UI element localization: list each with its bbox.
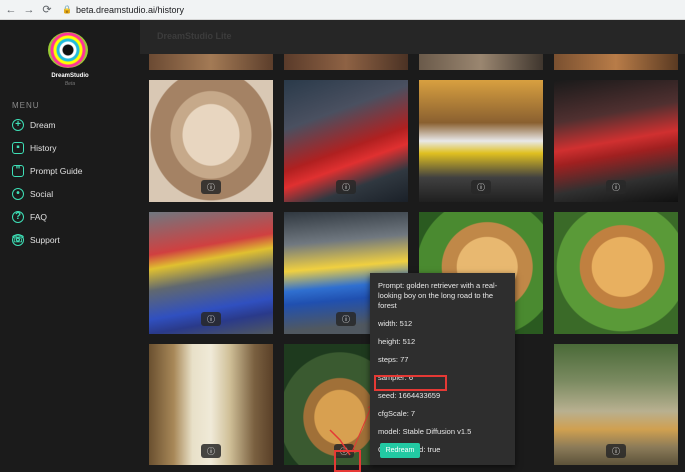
image-tile[interactable]: ⓘ: [149, 344, 273, 465]
social-icon: •: [12, 188, 24, 200]
detail-height: height: 512: [378, 337, 416, 346]
info-icon[interactable]: ⓘ: [336, 180, 356, 194]
browser-chrome: ← → ⟳ 🔒 beta.dreamstudio.ai/history: [0, 0, 685, 20]
dream-icon: +: [12, 119, 24, 131]
detail-seed: seed: 1664433659: [378, 391, 441, 400]
sidebar-item-label: History: [30, 143, 57, 153]
prompt-guide-icon: ": [12, 165, 24, 177]
detail-model: model: Stable Diffusion v1.5: [378, 427, 472, 436]
sidebar-item-label: FAQ: [30, 212, 48, 222]
info-icon[interactable]: ⓘ: [201, 444, 221, 458]
logo-subtitle: Beta: [64, 81, 76, 87]
image-tile[interactable]: [419, 54, 543, 70]
image-tile[interactable]: ⓘ: [149, 80, 273, 202]
menu-heading: MENU: [12, 101, 40, 110]
lock-icon: 🔒: [62, 4, 72, 14]
app: « DreamStudio Lite DreamStudio Beta MENU…: [0, 20, 685, 472]
logo-text: DreamStudio: [51, 73, 89, 79]
sidebar-item-social[interactable]: • Social: [12, 187, 53, 201]
sidebar-item-faq[interactable]: ? FAQ: [12, 210, 47, 224]
url-text: beta.dreamstudio.ai/history: [76, 4, 185, 15]
sidebar-item-label: Social: [30, 189, 54, 199]
dreamstudio-logo-icon: [48, 32, 88, 68]
info-icon[interactable]: ⓘ: [471, 180, 491, 194]
image-tile[interactable]: ⓘ: [419, 80, 543, 202]
image-tile[interactable]: [149, 54, 273, 70]
image-tile[interactable]: ⓘ: [284, 80, 408, 202]
info-icon[interactable]: ⓘ: [201, 312, 221, 326]
address-bar[interactable]: 🔒 beta.dreamstudio.ai/history: [62, 2, 184, 17]
support-icon: ☏: [11, 234, 25, 246]
reload-icon[interactable]: ⟳: [40, 3, 54, 17]
sidebar-item-dream[interactable]: + Dream: [12, 118, 56, 132]
highlight-box-info: [334, 450, 361, 472]
image-details-popup: Prompt: golden retriever with a real-loo…: [370, 273, 515, 465]
sidebar-item-support[interactable]: ☏ Support: [12, 233, 60, 247]
forward-icon[interactable]: →: [22, 3, 36, 17]
image-tile[interactable]: ⓘ: [554, 344, 678, 465]
back-icon[interactable]: ←: [4, 3, 18, 17]
image-tile[interactable]: [554, 54, 678, 70]
detail-steps: steps: 77: [378, 355, 409, 364]
info-icon[interactable]: ⓘ: [201, 180, 221, 194]
info-icon[interactable]: ⓘ: [606, 180, 626, 194]
detail-prompt: Prompt: golden retriever with a real-loo…: [378, 281, 498, 310]
seed-highlight-box: [374, 375, 447, 391]
image-tile[interactable]: ⓘ: [554, 80, 678, 202]
sidebar-item-history[interactable]: ▪ History: [12, 141, 56, 155]
sidebar-item-label: Prompt Guide: [30, 166, 83, 176]
detail-cfg: cfgScale: 7: [378, 409, 416, 418]
info-icon[interactable]: ⓘ: [336, 312, 356, 326]
image-tile[interactable]: [554, 212, 678, 334]
app-title: DreamStudio Lite: [157, 31, 232, 41]
info-icon[interactable]: ⓘ: [606, 444, 626, 458]
image-tile[interactable]: ⓘ: [149, 212, 273, 334]
sidebar-item-label: Support: [30, 235, 60, 245]
redream-button[interactable]: Redream: [380, 443, 420, 458]
faq-icon: ?: [12, 211, 24, 223]
sidebar-item-label: Dream: [30, 120, 56, 130]
detail-width: width: 512: [378, 319, 413, 328]
sidebar-item-prompt-guide[interactable]: " Prompt Guide: [12, 164, 82, 178]
image-tile[interactable]: [284, 54, 408, 70]
sidebar: DreamStudio Beta MENU + Dream ▪ History …: [0, 20, 140, 465]
history-icon: ▪: [12, 142, 24, 154]
